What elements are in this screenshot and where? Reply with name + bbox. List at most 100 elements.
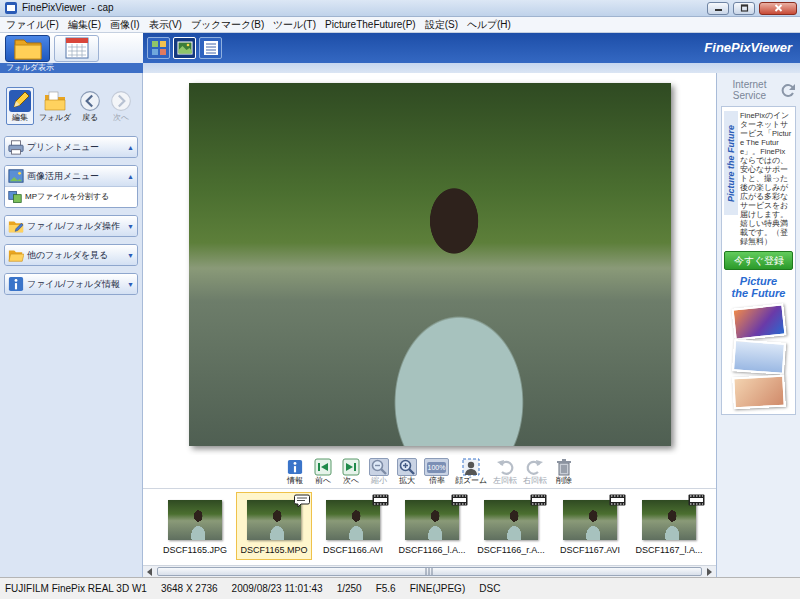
thumbnail[interactable]: DSCF1166_l.A...: [394, 492, 470, 560]
menu-item[interactable]: 表示(V): [149, 19, 182, 31]
main-area: 編集フォルダ戻る次へプリントメニュー▲画像活用メニュー▲MPファイルを分割するフ…: [0, 73, 800, 577]
file-icon: [8, 218, 24, 234]
sidebar-panel: 画像活用メニュー▲ MPファイルを分割する: [4, 165, 138, 208]
toolbar-button[interactable]: 左回転: [491, 458, 519, 486]
panel-arrow[interactable]: ▼: [127, 251, 134, 260]
thumbnail[interactable]: DSCF1165.MPO: [236, 492, 312, 560]
viewer: 情報前へ次へ縮小拡大 100%倍率顔ズーム左回転右回転削除 DSCF1165.JPG…: [143, 73, 716, 577]
panel-header[interactable]: ファイル/フォルダ情報▼: [5, 274, 137, 294]
brand-logo-line: the Future: [732, 287, 786, 299]
split-mp-icon: [8, 190, 22, 204]
ad-image: [731, 339, 785, 375]
nav-button[interactable]: 戻る: [76, 87, 104, 125]
status-item: 1/250: [337, 583, 362, 595]
view-button[interactable]: [147, 37, 170, 59]
view-button[interactable]: [199, 37, 222, 59]
thumbnail-label: DSCF1165.JPG: [163, 545, 227, 556]
maximize-button[interactable]: [733, 2, 755, 15]
toolbar-button[interactable]: 情報: [282, 458, 308, 486]
register-button[interactable]: 今すぐ登録: [724, 251, 793, 270]
panel-header[interactable]: 画像活用メニュー▲: [5, 166, 137, 186]
zoom-in-icon: [397, 458, 417, 476]
photo: [189, 83, 671, 446]
thumbnail-strip: DSCF1165.JPG DSCF1165.MPODSCF1166.AVI DSCF…: [143, 488, 716, 565]
nav-label: フォルダ: [39, 113, 71, 123]
thumbnail-frame: [405, 500, 459, 540]
thumbnail-frame: [642, 500, 696, 540]
toolbar-button[interactable]: 拡大: [394, 458, 420, 486]
sidebar-panel: ファイル/フォルダ操作▼: [4, 215, 138, 237]
toolbar-label: 削除: [556, 476, 572, 486]
panel-label: ファイル/フォルダ操作: [27, 221, 124, 232]
toolbar-button[interactable]: 削除: [551, 458, 577, 486]
thumbnail-label: DSCF1166_l.A...: [399, 545, 466, 556]
sidebar-panel: プリントメニュー▲: [4, 136, 138, 158]
thumbnail-image: [563, 500, 617, 540]
mode-label: フォルダ表示: [0, 63, 143, 73]
panel-arrow[interactable]: ▼: [127, 222, 134, 231]
thumbnail[interactable]: DSCF1166_r.A...: [473, 492, 549, 560]
nav-button[interactable]: 次へ: [107, 87, 135, 125]
toolbar-label: 拡大: [399, 476, 415, 486]
panel-arrow[interactable]: ▲: [127, 172, 134, 181]
internet-service-header: Internet Service: [721, 79, 796, 101]
close-button[interactable]: [759, 2, 797, 15]
thumbnail-frame: [484, 500, 538, 540]
menu-bar: ファイル(F) 編集(E) 画像(I) 表示(V) ブックマーク(B) ツール(T) Pic…: [0, 17, 800, 33]
toolbar-button[interactable]: 100%倍率: [422, 458, 452, 486]
panel-header[interactable]: ファイル/フォルダ操作▼: [5, 216, 137, 236]
menu-item[interactable]: ヘルプ(H): [467, 19, 511, 31]
window-controls: [707, 2, 797, 15]
horizontal-scrollbar[interactable]: [143, 565, 716, 577]
thumbnail-frame: [563, 500, 617, 540]
rotate-right-icon: [526, 458, 544, 476]
nav-button-body: フォルダ: [39, 89, 71, 123]
menu-item[interactable]: PictureTheFuture(P): [325, 19, 416, 31]
toolbar-label: 左回転: [493, 476, 517, 486]
menu-item[interactable]: 編集(E): [68, 19, 101, 31]
prev-icon: [314, 458, 332, 476]
ad-image: [731, 303, 786, 340]
menu-item[interactable]: 設定(S): [425, 19, 458, 31]
menu-item[interactable]: ツール(T): [273, 19, 316, 31]
toolbar-button[interactable]: 右回転: [521, 458, 549, 486]
zoom-out-icon: [369, 458, 389, 476]
panel-body: MPファイルを分割する: [5, 186, 137, 207]
nav-button-body: 戻る: [78, 89, 102, 123]
toolbar-button[interactable]: 顔ズーム: [453, 458, 489, 486]
panel-header[interactable]: 他のフォルダを見る▼: [5, 245, 137, 265]
thumbnail[interactable]: DSCF1166.AVI: [315, 492, 391, 560]
toolbar-button[interactable]: 次へ: [338, 458, 364, 486]
minimize-button[interactable]: [707, 2, 729, 15]
sidebar-panel: 他のフォルダを見る▼: [4, 244, 138, 266]
thumbnail-image: [168, 500, 222, 540]
thumbnail-image: [484, 500, 538, 540]
menu-item[interactable]: ブックマーク(B): [191, 19, 264, 31]
menu-item[interactable]: 画像(I): [110, 19, 139, 31]
panel-arrow[interactable]: ▲: [127, 143, 134, 152]
ad-text: FinePixのインターネットサービス「Picture The Future」。…: [740, 111, 793, 246]
thumbnail[interactable]: DSCF1167_l.A...: [631, 492, 707, 560]
toolbar-button[interactable]: 縮小: [366, 458, 392, 486]
panel-arrow[interactable]: ▼: [127, 280, 134, 289]
scroll-thumb[interactable]: [157, 567, 702, 576]
mode-tab[interactable]: [5, 35, 50, 62]
thumbnail[interactable]: DSCF1167.AVI: [552, 492, 628, 560]
menu-item[interactable]: ファイル(F): [6, 19, 59, 31]
nav-button[interactable]: フォルダ: [37, 87, 73, 125]
scroll-track: [157, 566, 702, 577]
print-icon: [8, 139, 24, 155]
panel-header[interactable]: プリントメニュー▲: [5, 137, 137, 157]
view-button[interactable]: [173, 37, 196, 59]
status-item: DSC: [479, 583, 500, 595]
nav-button[interactable]: 編集: [6, 87, 34, 125]
panel-item[interactable]: MPファイルを分割する: [8, 190, 134, 204]
toolbar-button[interactable]: 前へ: [310, 458, 336, 486]
mode-tab[interactable]: [54, 35, 99, 62]
scroll-right-icon: [702, 566, 716, 577]
thumbnail[interactable]: DSCF1165.JPG: [157, 492, 233, 560]
thumbnail-frame: [247, 500, 301, 540]
ad-image: [732, 375, 786, 410]
status-bar: FUJIFILM FinePix REAL 3D W13648 X 273620…: [0, 577, 800, 599]
movie-badge-icon: [451, 494, 468, 506]
